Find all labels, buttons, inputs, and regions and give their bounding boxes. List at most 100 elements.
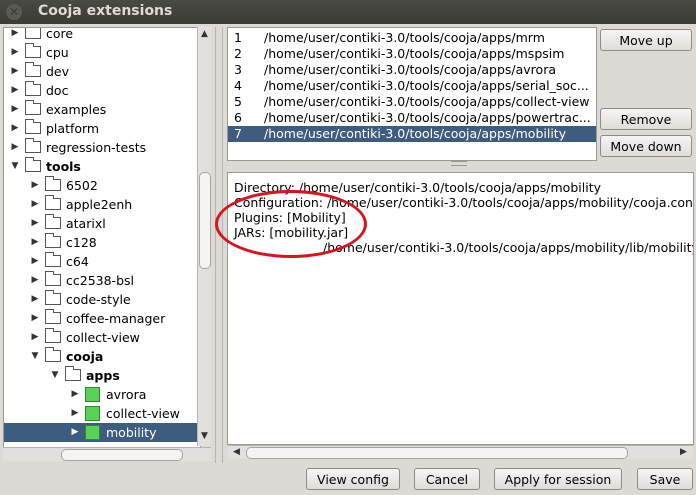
scroll-down-arrow-icon[interactable]: ▼ — [198, 431, 211, 441]
tree-item[interactable]: ▶ avrora — [4, 385, 200, 404]
tree-item-label: regression-tests — [46, 140, 147, 155]
list-item-number: 2 — [234, 46, 242, 61]
tree-item-label: cpu — [46, 45, 69, 60]
scrollbar-thumb[interactable] — [61, 449, 183, 461]
list-item-path: /home/user/contiki-3.0/tools/cooja/apps/… — [264, 62, 556, 77]
list-item[interactable]: 5/home/user/contiki-3.0/tools/cooja/apps… — [228, 94, 596, 110]
move-up-button[interactable]: Move up — [600, 29, 692, 51]
apply-for-session-button[interactable]: Apply for session — [494, 468, 622, 490]
scroll-up-arrow-icon[interactable]: ▲ — [198, 29, 211, 39]
tree-item[interactable]: ▶ apple2enh — [4, 195, 200, 214]
collapsed-arrow-icon[interactable]: ▶ — [10, 119, 20, 138]
view-config-button[interactable]: View config — [306, 468, 400, 490]
collapsed-arrow-icon[interactable]: ▶ — [30, 195, 40, 214]
tree-item-label: dev — [46, 64, 70, 79]
tree-item[interactable]: ▼ tools — [4, 157, 200, 176]
tree-item[interactable]: ▶ cc2538-bsl — [4, 271, 200, 290]
tree-item[interactable]: ▶ dev — [4, 62, 200, 81]
tree-item[interactable]: ▶ collect-view — [4, 328, 200, 347]
expanded-arrow-icon[interactable]: ▼ — [10, 157, 20, 176]
move-down-button[interactable]: Move down — [600, 135, 692, 157]
tree-item[interactable]: ▶ collect-view — [4, 404, 200, 423]
tree-item-label: collect-view — [66, 330, 140, 345]
folder-icon — [25, 81, 41, 96]
tree-item[interactable]: ▶ c128 — [4, 233, 200, 252]
folder-icon — [45, 252, 61, 267]
info-jars: JARs: [mobility.jar] — [234, 225, 349, 240]
folder-icon — [25, 100, 41, 115]
tree-item[interactable]: ▶ platform — [4, 119, 200, 138]
collapsed-arrow-icon[interactable]: ▶ — [30, 271, 40, 290]
info-configuration: Configuration: /home/user/contiki-3.0/to… — [234, 195, 694, 210]
list-item-path: /home/user/contiki-3.0/tools/cooja/apps/… — [264, 30, 545, 45]
list-item-number: 5 — [234, 94, 242, 109]
tree-item[interactable]: ▶ doc — [4, 81, 200, 100]
tree-item-label: collect-view — [106, 406, 180, 421]
scroll-right-arrow-icon[interactable]: ▶ — [677, 446, 690, 459]
folder-icon — [45, 271, 61, 286]
collapsed-arrow-icon[interactable]: ▶ — [10, 100, 20, 119]
list-item[interactable]: 1/home/user/contiki-3.0/tools/cooja/apps… — [228, 30, 596, 46]
tree-vertical-scrollbar[interactable]: ▲ ▼ — [197, 27, 211, 446]
collapsed-arrow-icon[interactable]: ▶ — [10, 43, 20, 62]
info-plugins: Plugins: [Mobility] — [234, 210, 346, 225]
collapsed-arrow-icon[interactable]: ▶ — [30, 176, 40, 195]
collapsed-arrow-icon[interactable]: ▶ — [30, 233, 40, 252]
folder-icon — [45, 195, 61, 210]
scrollbar-thumb[interactable] — [246, 447, 628, 459]
scroll-left-arrow-icon[interactable]: ◀ — [230, 446, 243, 459]
collapsed-arrow-icon[interactable]: ▶ — [10, 62, 20, 81]
info-horizontal-scrollbar[interactable]: ◀ ▶ — [228, 445, 693, 459]
extensions-list[interactable]: 1/home/user/contiki-3.0/tools/cooja/apps… — [227, 27, 597, 161]
collapsed-arrow-icon[interactable]: ▶ — [30, 309, 40, 328]
collapsed-arrow-icon[interactable]: ▶ — [30, 214, 40, 233]
tree-item[interactable]: ▶ 6502 — [4, 176, 200, 195]
list-item[interactable]: 7/home/user/contiki-3.0/tools/cooja/apps… — [228, 126, 596, 142]
directory-tree[interactable]: ▶ core ▶ cpu ▶ dev ▶ doc ▶ examples ▶ platform ▶ regr… — [3, 27, 201, 448]
tree-item[interactable]: ▶ mobility — [4, 423, 200, 442]
vertical-splitter[interactable] — [215, 27, 223, 463]
collapsed-arrow-icon[interactable]: ▶ — [10, 81, 20, 100]
collapsed-arrow-icon[interactable]: ▶ — [30, 328, 40, 347]
tree-item[interactable]: ▶ code-style — [4, 290, 200, 309]
horizontal-splitter[interactable] — [226, 160, 692, 167]
folder-icon — [25, 157, 41, 172]
list-item[interactable]: 4/home/user/contiki-3.0/tools/cooja/apps… — [228, 78, 596, 94]
folder-icon — [65, 366, 81, 381]
collapsed-arrow-icon[interactable]: ▶ — [10, 28, 20, 43]
tree-horizontal-scrollbar[interactable] — [3, 447, 211, 461]
tree-item-label: c128 — [66, 235, 97, 250]
close-icon[interactable]: ✕ — [6, 4, 22, 20]
list-item-number: 7 — [234, 126, 242, 141]
tree-item-label: apple2enh — [66, 197, 133, 212]
folder-icon — [45, 233, 61, 248]
collapsed-arrow-icon[interactable]: ▶ — [70, 385, 80, 404]
tree-item[interactable]: ▶ regression-tests — [4, 138, 200, 157]
tree-item-label: examples — [46, 102, 107, 117]
tree-item[interactable]: ▶ core — [4, 28, 200, 43]
tree-item[interactable]: ▶ atarixl — [4, 214, 200, 233]
expanded-arrow-icon[interactable]: ▼ — [30, 347, 40, 366]
list-item[interactable]: 3/home/user/contiki-3.0/tools/cooja/apps… — [228, 62, 596, 78]
expanded-arrow-icon[interactable]: ▼ — [50, 366, 60, 385]
scrollbar-thumb[interactable] — [199, 172, 211, 269]
remove-button[interactable]: Remove — [600, 108, 692, 130]
collapsed-arrow-icon[interactable]: ▶ — [30, 290, 40, 309]
tree-item-label: c64 — [66, 254, 89, 269]
tree-item[interactable]: ▼ apps — [4, 366, 200, 385]
collapsed-arrow-icon[interactable]: ▶ — [30, 252, 40, 271]
list-item[interactable]: 2/home/user/contiki-3.0/tools/cooja/apps… — [228, 46, 596, 62]
tree-item[interactable]: ▶ examples — [4, 100, 200, 119]
collapsed-arrow-icon[interactable]: ▶ — [70, 423, 80, 442]
tree-item-label: apps — [86, 368, 120, 383]
folder-icon — [45, 328, 61, 343]
cancel-button[interactable]: Cancel — [414, 468, 480, 490]
collapsed-arrow-icon[interactable]: ▶ — [70, 404, 80, 423]
tree-item[interactable]: ▶ c64 — [4, 252, 200, 271]
tree-item[interactable]: ▶ cpu — [4, 43, 200, 62]
tree-item[interactable]: ▶ coffee-manager — [4, 309, 200, 328]
collapsed-arrow-icon[interactable]: ▶ — [10, 138, 20, 157]
save-button[interactable]: Save — [637, 468, 693, 490]
tree-item[interactable]: ▼ cooja — [4, 347, 200, 366]
list-item[interactable]: 6/home/user/contiki-3.0/tools/cooja/apps… — [228, 110, 596, 126]
